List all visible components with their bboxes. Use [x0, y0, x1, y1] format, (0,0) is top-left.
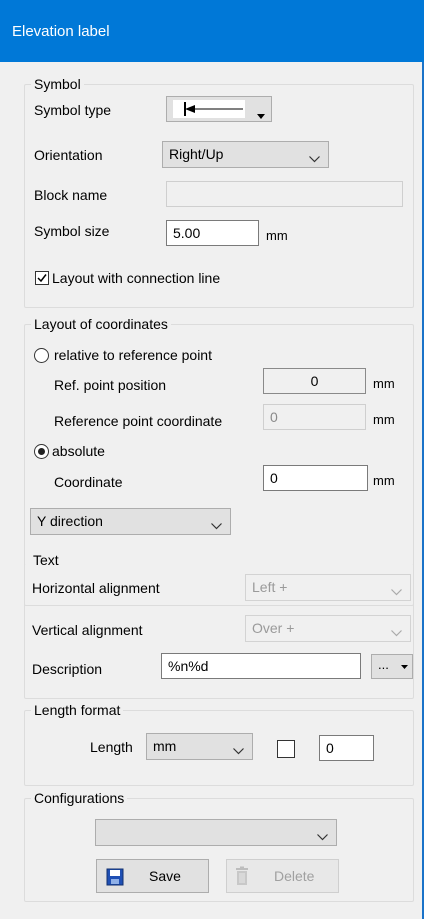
- vertical-alignment-dropdown[interactable]: Over +: [245, 615, 411, 642]
- window-title: Elevation label: [12, 23, 110, 40]
- save-icon: [106, 868, 124, 889]
- chevron-down-icon: [309, 150, 320, 166]
- symbol-type-label: Symbol type: [34, 102, 112, 118]
- coordinate-label: Coordinate: [54, 474, 123, 490]
- chevron-down-icon: [211, 517, 222, 533]
- relative-radio[interactable]: [34, 348, 49, 363]
- absolute-label[interactable]: absolute: [52, 443, 105, 459]
- symbol-size-field[interactable]: 5.00: [166, 220, 259, 246]
- direction-dropdown[interactable]: Y direction: [30, 508, 231, 535]
- description-more-button[interactable]: ...: [371, 654, 413, 679]
- chevron-down-icon: [233, 742, 244, 758]
- connection-line-checkbox[interactable]: [35, 271, 49, 285]
- description-field[interactable]: %n%d: [161, 653, 361, 679]
- description-label: Description: [32, 661, 103, 677]
- symbol-size-unit: mm: [266, 228, 288, 243]
- symbol-group-title: Symbol: [34, 76, 81, 92]
- length-option-checkbox[interactable]: [277, 740, 295, 758]
- orientation-label: Orientation: [34, 147, 103, 163]
- connection-line-label[interactable]: Layout with connection line: [52, 270, 220, 286]
- block-name-label: Block name: [34, 187, 108, 203]
- trash-icon: [233, 866, 251, 889]
- ref-point-position-field[interactable]: 0: [263, 368, 366, 394]
- coordinates-group-title: Layout of coordinates: [34, 316, 168, 332]
- title-bar: Elevation label: [0, 0, 424, 62]
- save-button-label: Save: [149, 868, 181, 884]
- delete-button-label: Delete: [274, 868, 315, 884]
- direction-value: Y direction: [37, 513, 103, 529]
- ref-point-position-unit: mm: [373, 376, 395, 391]
- dropdown-arrow-icon: [257, 106, 265, 122]
- relative-label[interactable]: relative to reference point: [54, 347, 212, 363]
- symbol-type-dropdown[interactable]: [166, 96, 272, 122]
- ref-point-coordinate-label: Reference point coordinate: [54, 413, 223, 429]
- delete-button[interactable]: Delete: [226, 859, 339, 893]
- dialog-panel: Symbol Symbol type Orientation Right/Up …: [0, 62, 424, 919]
- horizontal-alignment-value: Left +: [252, 579, 288, 595]
- chevron-down-icon: [317, 828, 328, 844]
- elevation-symbol-icon: [173, 100, 245, 118]
- horizontal-alignment-dropdown[interactable]: Left +: [245, 574, 411, 601]
- orientation-value: Right/Up: [169, 146, 224, 162]
- symbol-size-label: Symbol size: [34, 223, 110, 239]
- length-unit-value: mm: [153, 738, 177, 754]
- absolute-radio[interactable]: [34, 444, 49, 459]
- dropdown-arrow-icon: [401, 665, 408, 669]
- ref-point-coordinate-unit: mm: [373, 412, 395, 427]
- save-button[interactable]: Save: [96, 859, 209, 893]
- vertical-alignment-value: Over +: [252, 620, 295, 636]
- length-unit-dropdown[interactable]: mm: [146, 733, 253, 760]
- vertical-alignment-label: Vertical alignment: [32, 622, 143, 638]
- configurations-group: Configurations: [24, 790, 414, 902]
- length-format-group-title: Length format: [34, 702, 121, 718]
- length-label: Length: [90, 739, 133, 755]
- decimals-field[interactable]: 0: [319, 735, 374, 761]
- chevron-down-icon: [391, 624, 402, 640]
- ref-point-position-label: Ref. point position: [54, 377, 167, 393]
- coordinate-unit: mm: [373, 473, 395, 488]
- ref-point-coordinate-field[interactable]: 0: [263, 404, 366, 430]
- orientation-dropdown[interactable]: Right/Up: [162, 141, 329, 168]
- block-name-field[interactable]: [166, 181, 403, 207]
- configurations-dropdown[interactable]: [95, 819, 337, 846]
- more-button-label: ...: [378, 657, 389, 672]
- coordinate-field[interactable]: 0: [263, 465, 368, 491]
- configurations-group-title: Configurations: [34, 790, 125, 806]
- chevron-down-icon: [391, 583, 402, 599]
- horizontal-alignment-label: Horizontal alignment: [32, 580, 160, 596]
